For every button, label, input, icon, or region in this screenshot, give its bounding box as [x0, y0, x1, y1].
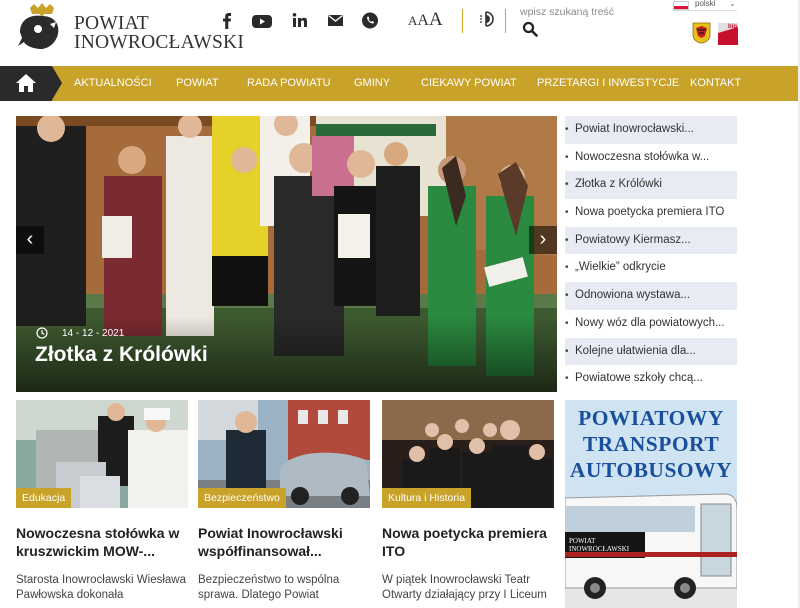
banner-line2: TRANSPORT — [582, 432, 720, 456]
slide-title[interactable]: Złotka z Królówki — [35, 343, 208, 367]
side-news-item[interactable]: • Nowa poetycka premiera ITO — [565, 199, 737, 227]
side-news-label: Powiatowe szkoły chcą... — [575, 372, 703, 385]
side-news-label: Powiatowy Kiermasz... — [575, 233, 691, 246]
news-card[interactable]: Edukacja Nowoczesna stołówka w kruszwick… — [16, 400, 188, 601]
news-card-title[interactable]: Nowoczesna stołówka w kruszwickim MOW-..… — [16, 524, 196, 560]
side-news-item[interactable]: • Powiatowy Kiermasz... — [565, 226, 737, 255]
chevron-down-icon: ⌄ — [729, 0, 736, 8]
news-card-title[interactable]: Powiat Inowrocławski współfinansował... — [198, 524, 378, 560]
page: POWIAT INOWROCŁAWSKI AAA wpisz szukaną t… — [0, 0, 800, 608]
side-news-item[interactable]: • Powiatowe szkoły chcą... — [565, 365, 737, 393]
transport-banner[interactable]: POWIATOWY TRANSPORT AUTOBUSOWY POWIAT IN… — [565, 400, 737, 608]
side-news-item[interactable]: • Odnowiona wystawa... — [565, 282, 737, 310]
side-news-label: Kolejne ułatwienia dla... — [575, 344, 696, 357]
voivodeship-coat-of-arms-icon[interactable] — [692, 22, 711, 44]
nav-item-aktualnosci[interactable]: AKTUALNOŚCI — [74, 66, 152, 101]
header-divider — [505, 9, 506, 33]
news-card[interactable]: Bezpieczeństwo Powiat Inowrocławski wspó… — [198, 400, 370, 601]
search-box[interactable]: wpisz szukaną treść — [520, 6, 660, 38]
bip-label: bip — [728, 24, 737, 30]
news-card-excerpt: W piątek Inowrocławski Teatr Otwarty dzi… — [382, 574, 547, 601]
contrast-icon[interactable] — [478, 10, 494, 28]
clock-icon — [36, 327, 48, 339]
news-card-image: Edukacja — [16, 400, 188, 508]
nav-item-rada-powiatu[interactable]: RADA POWIATU — [247, 66, 331, 101]
news-card-image: Kultura i Historia — [382, 400, 554, 508]
side-news-item[interactable]: • Kolejne ułatwienia dla... — [565, 337, 737, 366]
mail-icon[interactable] — [327, 10, 344, 32]
side-news-label: Złotka z Królówki — [575, 178, 662, 191]
side-news-label: Nowy wóz dla powiatowych... — [575, 316, 725, 329]
language-label: polski — [695, 0, 716, 8]
banner-line3: AUTOBUSOWY — [569, 458, 733, 482]
category-badge[interactable]: Bezpieczeństwo — [198, 488, 286, 508]
nav-item-przetargi[interactable]: PRZETARGI I INWESTYCJE — [537, 66, 679, 101]
side-news-label: Nowoczesna stołówka w... — [575, 150, 710, 163]
side-news-label: „Wielkie” odkrycie — [575, 261, 666, 274]
font-size-medium[interactable]: A — [417, 12, 429, 30]
bus-label: POWIAT INOWROCŁAWSKI — [569, 537, 630, 553]
side-news-label: Odnowiona wystawa... — [575, 289, 691, 302]
phone-icon[interactable] — [361, 10, 379, 32]
font-size-switcher: AAA — [408, 9, 443, 31]
side-news-list: • Powiat Inowrocławski... • Nowoczesna sto… — [565, 116, 737, 393]
nav-item-kontakt[interactable]: KONTAKT — [690, 66, 741, 101]
facebook-icon[interactable] — [220, 10, 234, 32]
main-nav: AKTUALNOŚCI POWIAT RADA POWIATU GMINY CI… — [0, 66, 800, 101]
nav-item-ciekawy-powiat[interactable]: CIEKAWY POWIAT — [421, 66, 517, 101]
header-divider — [462, 9, 463, 33]
home-icon — [16, 74, 36, 92]
bip-link[interactable]: bip — [718, 23, 738, 45]
slide-date: 14 - 12 - 2021 — [36, 327, 124, 339]
nav-item-gminy[interactable]: GMINY — [354, 66, 390, 101]
linkedin-icon[interactable] — [292, 10, 308, 32]
side-news-label: Nowa poetycka premiera ITO — [575, 206, 725, 219]
banner-line1: POWIATOWY — [578, 406, 724, 430]
site-header: POWIAT INOWROCŁAWSKI AAA wpisz szukaną t… — [0, 0, 800, 66]
side-news-label: Powiat Inowrocławski... — [575, 123, 694, 135]
category-badge[interactable]: Kultura i Historia — [382, 488, 472, 508]
coat-of-arms-logo-icon — [18, 3, 59, 49]
side-news-item[interactable]: • „Wielkie” odkrycie — [565, 254, 737, 282]
slider-next-button[interactable]: › — [529, 226, 557, 254]
news-card-excerpt: Bezpieczeństwo to wspólna sprawa. Dlateg… — [198, 574, 340, 601]
news-card-title[interactable]: Nowa poetycka premiera ITO — [382, 524, 562, 560]
nav-item-powiat[interactable]: POWIAT — [176, 66, 219, 101]
poland-flag-icon — [673, 1, 689, 10]
side-news-item[interactable]: • Nowoczesna stołówka w... — [565, 144, 737, 172]
logo-line1: POWIAT — [74, 13, 149, 34]
font-size-large[interactable]: A — [429, 9, 443, 31]
news-card-image: Bezpieczeństwo — [198, 400, 370, 508]
site-logo[interactable]: POWIAT INOWROCŁAWSKI — [16, 2, 244, 54]
side-news-item[interactable]: • Powiat Inowrocławski... — [565, 116, 737, 144]
youtube-icon[interactable] — [251, 10, 273, 32]
search-input[interactable]: wpisz szukaną treść — [520, 6, 660, 18]
side-news-item[interactable]: • Złotka z Królówki — [565, 171, 737, 200]
category-badge[interactable]: Edukacja — [16, 488, 72, 508]
font-size-small[interactable]: A — [408, 13, 417, 29]
logo-line2: INOWROCŁAWSKI — [74, 32, 245, 53]
news-card[interactable]: Kultura i Historia Nowa poetycka premier… — [382, 400, 554, 601]
news-card-excerpt: Starosta Inowrocławski Wiesława Pawłowsk… — [16, 574, 187, 601]
language-select[interactable]: polski ⌄ — [673, 0, 737, 11]
side-news-item[interactable]: • Nowy wóz dla powiatowych... — [565, 310, 737, 338]
home-button[interactable] — [0, 66, 62, 101]
search-icon[interactable] — [522, 21, 538, 37]
slider-prev-button[interactable]: ‹ — [16, 226, 44, 254]
slide-date-text: 14 - 12 - 2021 — [62, 327, 125, 339]
